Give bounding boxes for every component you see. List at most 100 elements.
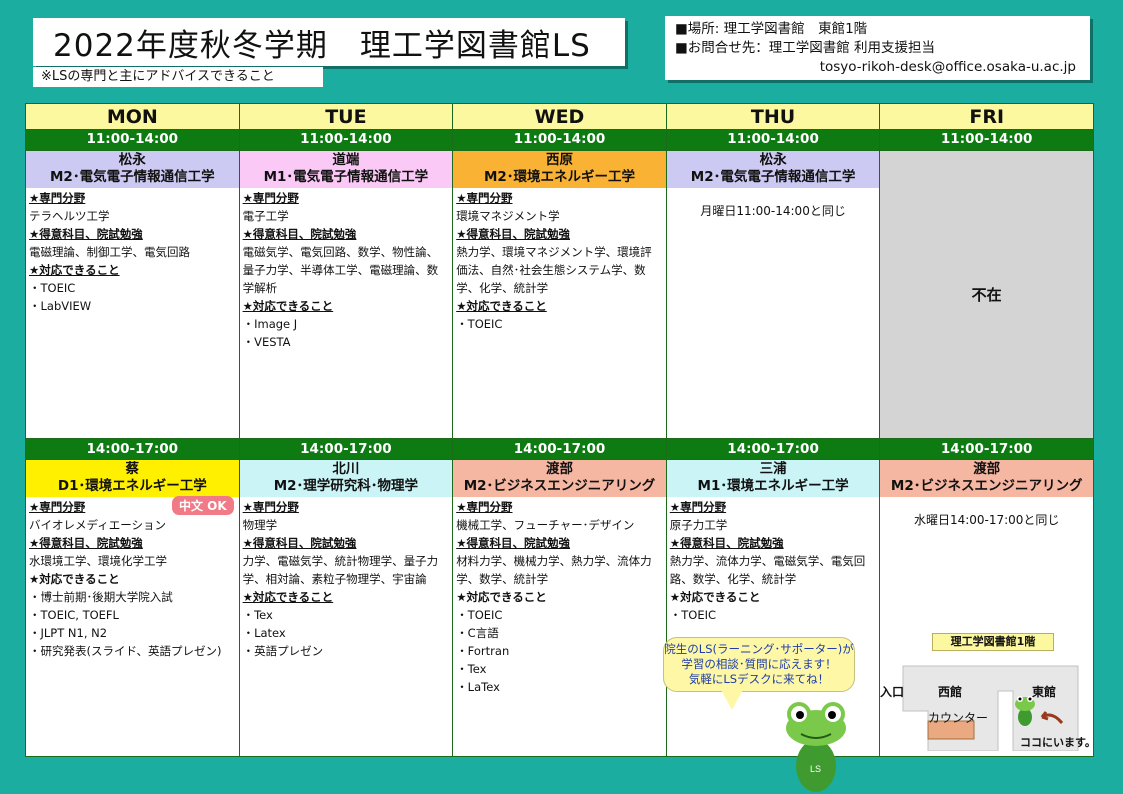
ls-dept: M1･環境エネルギー工学 — [697, 478, 849, 495]
day-header-fri: FRI — [879, 102, 1094, 131]
ls-header: 三浦 M1･環境エネルギー工学 — [666, 460, 880, 498]
ls-dept: D1･環境エネルギー工学 — [57, 478, 207, 495]
map-here: ココにいます。 — [1020, 736, 1096, 749]
specialty-text: 電子工学 — [242, 208, 289, 223]
subjects-label: ★得意科目、院試勉強 — [456, 536, 570, 551]
support-item: ・Fortran — [456, 644, 510, 659]
ls-dept: M2･理学研究科･物理学 — [273, 478, 419, 495]
day-header-tue: TUE — [238, 102, 454, 131]
subjects-text: 水環境工学、環境化学工学 — [29, 554, 167, 569]
time-header: 14:00-17:00 — [665, 438, 881, 461]
ls-name: 渡部 — [973, 461, 1001, 478]
ls-name: 北川 — [332, 461, 360, 478]
floor-map: 理工学図書館1階 入口 西館 東館 カウンター ココにいます。 — [880, 633, 1096, 755]
ls-header: 蔡 D1･環境エネルギー工学 — [26, 460, 239, 498]
subjects-label: ★得意科目、院試勉強 — [242, 536, 357, 551]
ls-header: 北川 M2･理学研究科･物理学 — [239, 460, 453, 498]
subjects-text: 電磁気学、電気回路、数学、物性論、量子力学、半導体工学、電磁理論、数学解析 — [242, 244, 439, 295]
schedule-cell: 渡部 M2･ビジネスエンジニアリング ★専門分野 機械工学、フューチャー･デザイ… — [452, 459, 667, 757]
specialty-label: ★専門分野 — [669, 500, 727, 515]
support-item: ・Tex — [242, 608, 273, 623]
svg-text:LS: LS — [810, 764, 821, 774]
support-item: ・TOEIC, TOEFL — [29, 608, 119, 623]
support-item: ・Latex — [242, 626, 286, 641]
time-header: 14:00-17:00 — [238, 438, 454, 461]
bubble-line: 気軽にLSデスクに来てね！ — [688, 672, 830, 686]
time-header: 11:00-14:00 — [879, 129, 1094, 151]
specialty-text: 機械工学、フューチャー･デザイン — [456, 518, 635, 533]
language-badge: 中文 OK — [172, 496, 234, 516]
location-text: ■場所: 理工学図書館 東館1階 — [675, 21, 868, 37]
ls-header: 渡部 M2･ビジネスエンジニアリング — [880, 460, 1093, 498]
support-label: ★対応できること — [456, 590, 547, 605]
map-west-wing: 西館 — [938, 685, 963, 699]
ls-name: 道端 — [332, 151, 360, 168]
support-item: ・英語プレゼン — [242, 644, 324, 659]
support-item: ・研究発表(スライド、英語プレゼン) — [29, 644, 222, 659]
subjects-text: 力学、電磁気学、統計物理学、量子力学、相対論、素粒子物理学、宇宙論 — [242, 554, 439, 587]
support-item: ・TOEIC — [456, 608, 503, 623]
day-header-mon: MON — [25, 102, 240, 131]
day-header-wed: WED — [452, 102, 667, 131]
schedule-cell: 道端 M1･電気電子情報通信工学 ★専門分野 電子工学 ★得意科目、院試勉強 電… — [238, 149, 454, 440]
support-label: ★対応できること — [242, 590, 334, 605]
time-header: 11:00-14:00 — [452, 129, 667, 151]
email-link[interactable]: tosyo-rikoh-desk@office.osaka-u.ac.jp — [675, 58, 1082, 77]
specialty-label: ★専門分野 — [242, 500, 299, 515]
ls-dept: M2･ビジネスエンジニアリング — [463, 478, 656, 495]
specialty-text: テラヘルツ工学 — [29, 208, 110, 223]
bubble-line: 院生のLS(ラーニング･サポーター)が — [664, 642, 854, 656]
time-header: 14:00-17:00 — [452, 438, 667, 461]
subjects-text: 熱力学、流体力学、電磁気学、電気回路、数学、化学、統計学 — [669, 554, 866, 587]
specialty-label: ★専門分野 — [242, 190, 299, 205]
pointer-arrow-icon — [1040, 711, 1064, 724]
subjects-label: ★得意科目、院試勉強 — [29, 536, 143, 551]
ls-name: 松永 — [759, 151, 787, 168]
bubble-line: 学習の相談･質問に応えます！ — [681, 657, 837, 671]
ls-dept: M1･電気電子情報通信工学 — [263, 168, 429, 185]
ls-header: 松永 M2･電気電子情報通信工学 — [26, 150, 239, 188]
same-as-note: 水曜日14:00-17:00と同じ — [913, 513, 1060, 528]
time-header: 11:00-14:00 — [25, 129, 240, 151]
support-item: ・TOEIC — [669, 608, 717, 623]
support-item: ・Image J — [242, 316, 298, 331]
support-item: ・VESTA — [242, 334, 291, 349]
ls-dept: M2･電気電子情報通信工学 — [690, 168, 856, 185]
specialty-text: バイオレメディエーション — [29, 518, 166, 533]
time-header: 11:00-14:00 — [665, 129, 881, 151]
support-item: ・JLPT N1, N2 — [29, 626, 108, 641]
support-item: ・C言語 — [456, 626, 499, 641]
support-item: ・LabVIEW — [29, 298, 92, 313]
ls-header: 松永 M2･電気電子情報通信工学 — [666, 150, 880, 188]
small-frog-icon — [1015, 696, 1035, 726]
support-label: ★対応できること — [456, 298, 547, 313]
support-label: ★対応できること — [242, 298, 334, 313]
specialty-text: 物理学 — [242, 518, 278, 533]
subjects-label: ★得意科目、院試勉強 — [669, 536, 784, 551]
support-item: ・博士前期･後期大学院入試 — [29, 590, 173, 605]
schedule-cell: 蔡 D1･環境エネルギー工学 中文 OK ★専門分野 バイオレメディエーション … — [25, 459, 240, 757]
subjects-text: 熱力学、環境マネジメント学、環境評価法、自然･社会生態システム学、数学、化学、統… — [456, 244, 652, 295]
schedule-cell: 西原 M2･環境エネルギー工学 ★専門分野 環境マネジメント学 ★得意科目、院試… — [452, 149, 667, 440]
day-header-thu: THU — [665, 102, 881, 131]
absent-label: 不在 — [880, 150, 1093, 439]
specialty-text: 原子力工学 — [669, 518, 728, 533]
ls-header: 道端 M1･電気電子情報通信工学 — [239, 150, 453, 188]
time-header: 14:00-17:00 — [879, 438, 1094, 461]
schedule-cell: 不在 — [879, 149, 1094, 440]
support-label: ★対応できること — [29, 262, 120, 277]
schedule-cell: 松永 M2･電気電子情報通信工学 ★専門分野 テラヘルツ工学 ★得意科目、院試勉… — [25, 149, 240, 440]
ls-dept: M2･環境エネルギー工学 — [483, 168, 636, 185]
support-item: ・Tex — [456, 662, 487, 677]
subjects-label: ★得意科目、院試勉強 — [29, 226, 143, 241]
map-title: 理工学図書館1階 — [932, 633, 1054, 651]
specialty-label: ★専門分野 — [456, 500, 513, 515]
subjects-label: ★得意科目、院試勉強 — [242, 226, 357, 241]
time-header: 11:00-14:00 — [238, 129, 454, 151]
ls-name: 渡部 — [545, 461, 573, 478]
contact-text: ■お問合せ先：理工学図書館 利用支援担当 — [675, 40, 936, 56]
subjects-text: 電磁理論、制御工学、電気回路 — [29, 244, 190, 259]
same-as-note: 月曜日11:00-14:00と同じ — [700, 203, 846, 218]
subjects-label: ★得意科目、院試勉強 — [456, 226, 570, 241]
speech-bubble: 院生のLS(ラーニング･サポーター)が 学習の相談･質問に応えます！ 気軽にLS… — [663, 637, 855, 692]
